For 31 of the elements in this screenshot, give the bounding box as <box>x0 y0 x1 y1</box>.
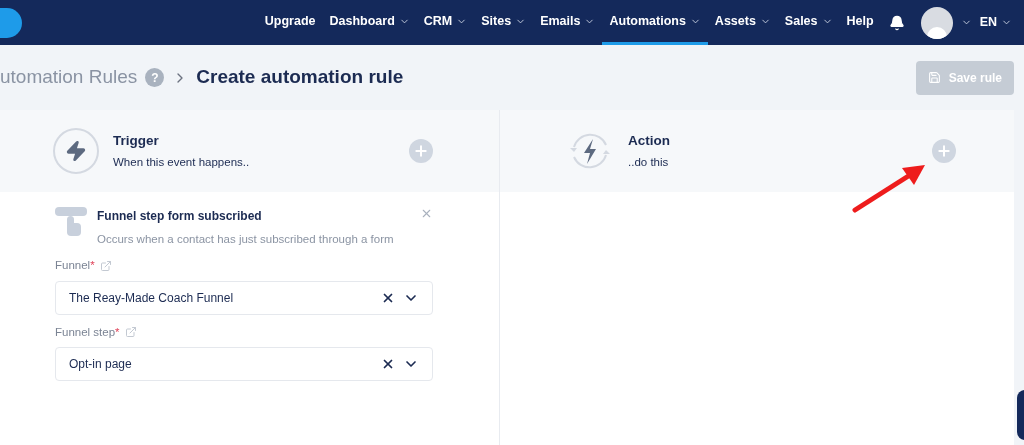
plus-icon <box>936 143 952 159</box>
select-field[interactable]: The Reay-Made Coach Funnel <box>55 280 433 315</box>
save-icon <box>927 71 941 84</box>
nav-link[interactable]: CRM <box>416 0 475 45</box>
logo-icon[interactable] <box>0 7 22 38</box>
section-subtitle: When this event happens.. <box>113 155 251 170</box>
avatar[interactable] <box>920 6 953 39</box>
event-title: Funnel step form subscribed <box>97 208 263 225</box>
nav-link[interactable]: Dashboard <box>322 0 417 45</box>
field-label: Funnel <box>55 258 91 274</box>
section-title: Action <box>628 131 671 150</box>
notification-bell-icon[interactable] <box>888 14 905 31</box>
plus-icon <box>413 143 429 159</box>
select-field[interactable]: Opt-in page <box>55 346 433 381</box>
nav-link[interactable]: Sites <box>474 0 534 45</box>
page-title: Create automation rule <box>196 65 404 90</box>
required-mark: * <box>90 258 95 274</box>
lightning-icon <box>53 128 99 174</box>
nav-link[interactable]: Sales <box>777 0 840 45</box>
nav-link[interactable]: Emails <box>533 0 603 45</box>
section-subtitle: ..do this <box>628 155 670 170</box>
nav-link[interactable]: Assets <box>707 0 778 45</box>
nav-link[interactable]: Upgrade <box>257 0 323 45</box>
event-description: Occurs when a contact has just subscribed through a form <box>97 232 395 247</box>
section-title: Trigger <box>113 131 160 150</box>
nav-link[interactable]: Automations <box>602 0 708 45</box>
language-selector[interactable]: EN <box>979 13 1012 32</box>
hand-pointer-icon <box>55 207 87 237</box>
field-label: Funnel step <box>55 324 116 340</box>
nav-link[interactable]: Help <box>839 0 881 45</box>
required-mark: * <box>115 324 120 340</box>
